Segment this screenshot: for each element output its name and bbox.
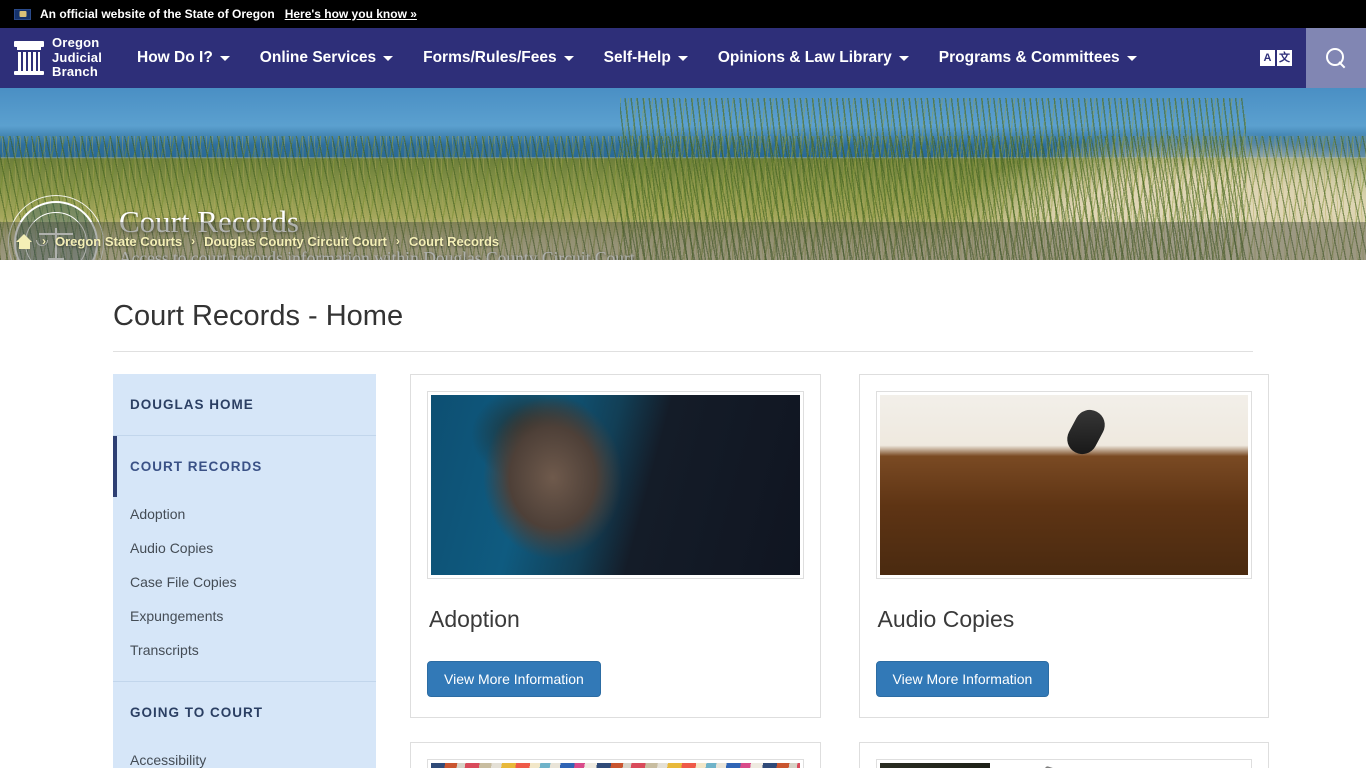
card-title: Adoption xyxy=(429,606,520,632)
sidebar-item-going-to-court[interactable]: GOING TO COURT xyxy=(113,682,376,743)
chevron-down-icon xyxy=(563,55,574,61)
search-button[interactable] xyxy=(1306,28,1366,88)
sidebar-group-court-records: COURT RECORDS Adoption Audio Copies Case… xyxy=(113,436,376,682)
breadcrumb-separator: › xyxy=(395,234,400,248)
chevron-down-icon xyxy=(898,55,909,61)
view-more-information-button-audio-copies[interactable]: View More Information xyxy=(875,661,1050,697)
translate-latin-glyph: A xyxy=(1260,50,1275,66)
hero-banner: Court Records Access to court records in… xyxy=(0,88,1366,260)
sidebar-link-adoption[interactable]: Adoption xyxy=(113,497,376,531)
sidebar-link-audio-copies[interactable]: Audio Copies xyxy=(113,531,376,565)
title-divider xyxy=(113,351,1253,352)
official-state-banner: An official website of the State of Oreg… xyxy=(0,0,1366,28)
breadcrumb-item-court-records: Court Records xyxy=(408,233,500,249)
breadcrumb: › Oregon State Courts › Douglas County C… xyxy=(0,222,1366,260)
sidebar-link-transcripts[interactable]: Transcripts xyxy=(113,633,376,667)
chevron-down-icon xyxy=(1126,55,1137,61)
brand-logo-link[interactable]: Oregon Judicial Branch xyxy=(0,28,114,88)
brand-text: Oregon Judicial Branch xyxy=(52,34,103,81)
chevron-down-icon xyxy=(383,55,394,61)
nav-label: Programs & Committees xyxy=(938,49,1120,66)
translate-icon: A 文 xyxy=(1260,50,1292,66)
breadcrumb-item-douglas-county-circuit-court[interactable]: Douglas County Circuit Court xyxy=(204,234,387,249)
heres-how-you-know-link[interactable]: Here's how you know » xyxy=(285,7,417,21)
card-audio-copies: Audio Copies View More Information xyxy=(858,374,1269,718)
home-icon[interactable] xyxy=(16,233,33,249)
card-image-frame xyxy=(875,391,1252,579)
case-file-copies-photo xyxy=(431,763,800,768)
nav-item-forms-rules-fees[interactable]: Forms/Rules/Fees xyxy=(408,28,589,88)
nav-label: How Do I? xyxy=(137,49,213,66)
official-site-text: An official website of the State of Oreg… xyxy=(40,7,275,21)
nav-utility-group: A 文 xyxy=(1246,28,1366,88)
card-image-frame xyxy=(427,759,804,768)
expungements-photo xyxy=(879,763,1248,768)
card-expungements: Expungements View More Information xyxy=(858,742,1269,768)
view-more-information-button-adoption[interactable]: View More Information xyxy=(427,661,601,697)
sidebar-group-going-to-court: GOING TO COURT Accessibility xyxy=(113,682,376,768)
breadcrumb-item-oregon-state-courts[interactable]: Oregon State Courts xyxy=(55,234,182,249)
sidebar-link-expungements[interactable]: Expungements xyxy=(113,599,376,633)
page-title: Court Records - Home xyxy=(113,300,404,332)
brand-line-3: Branch xyxy=(52,64,98,80)
brand-line-1: Oregon xyxy=(52,34,100,50)
page-body: Court Records - Home DOUGLAS HOME COURT … xyxy=(0,300,1366,768)
sidebar-navigation: DOUGLAS HOME COURT RECORDS Adoption Audi… xyxy=(113,374,376,768)
card-adoption: Adoption View More Information xyxy=(410,374,821,718)
audio-copies-photo xyxy=(879,395,1248,575)
main-navigation-bar: Oregon Judicial Branch How Do I? Online … xyxy=(0,28,1366,88)
sidebar-item-court-records[interactable]: COURT RECORDS xyxy=(113,436,376,497)
card-case-file-copies: Case File Copies View More Information xyxy=(410,742,821,768)
nav-label: Self-Help xyxy=(603,49,671,66)
nav-label: Online Services xyxy=(259,49,377,66)
nav-label: Forms/Rules/Fees xyxy=(423,49,557,66)
oregon-flag-icon xyxy=(14,8,31,20)
nav-item-self-help[interactable]: Self-Help xyxy=(589,28,703,88)
card-image-frame xyxy=(427,391,804,579)
nav-menu: How Do I? Online Services Forms/Rules/Fe… xyxy=(114,28,1246,88)
translate-button[interactable]: A 文 xyxy=(1246,28,1306,88)
nav-item-how-do-i[interactable]: How Do I? xyxy=(122,28,245,88)
breadcrumb-separator: › xyxy=(191,234,196,248)
chevron-down-icon xyxy=(219,55,230,61)
sidebar-item-douglas-home[interactable]: DOUGLAS HOME xyxy=(113,374,376,435)
search-icon xyxy=(1326,48,1346,68)
card-title: Audio Copies xyxy=(877,606,1015,632)
nav-item-programs-committees[interactable]: Programs & Committees xyxy=(924,28,1152,88)
adoption-photo xyxy=(431,395,800,575)
translate-cjk-glyph: 文 xyxy=(1277,50,1292,66)
chevron-down-icon xyxy=(677,55,688,61)
nav-item-opinions-law-library[interactable]: Opinions & Law Library xyxy=(703,28,924,88)
nav-label: Opinions & Law Library xyxy=(717,49,892,66)
sidebar-link-case-file-copies[interactable]: Case File Copies xyxy=(113,565,376,599)
nav-item-online-services[interactable]: Online Services xyxy=(245,28,408,88)
sidebar-group-douglas-home: DOUGLAS HOME xyxy=(113,374,376,436)
breadcrumb-separator: › xyxy=(42,234,46,248)
card-image-frame xyxy=(875,759,1252,768)
brand-line-2: Judicial xyxy=(52,49,103,65)
sidebar-link-accessibility[interactable]: Accessibility xyxy=(113,743,376,768)
card-grid: Adoption View More Information Audio Cop… xyxy=(410,374,1269,768)
courthouse-pillar-icon xyxy=(14,41,44,75)
content-wrapper: DOUGLAS HOME COURT RECORDS Adoption Audi… xyxy=(113,374,1366,768)
